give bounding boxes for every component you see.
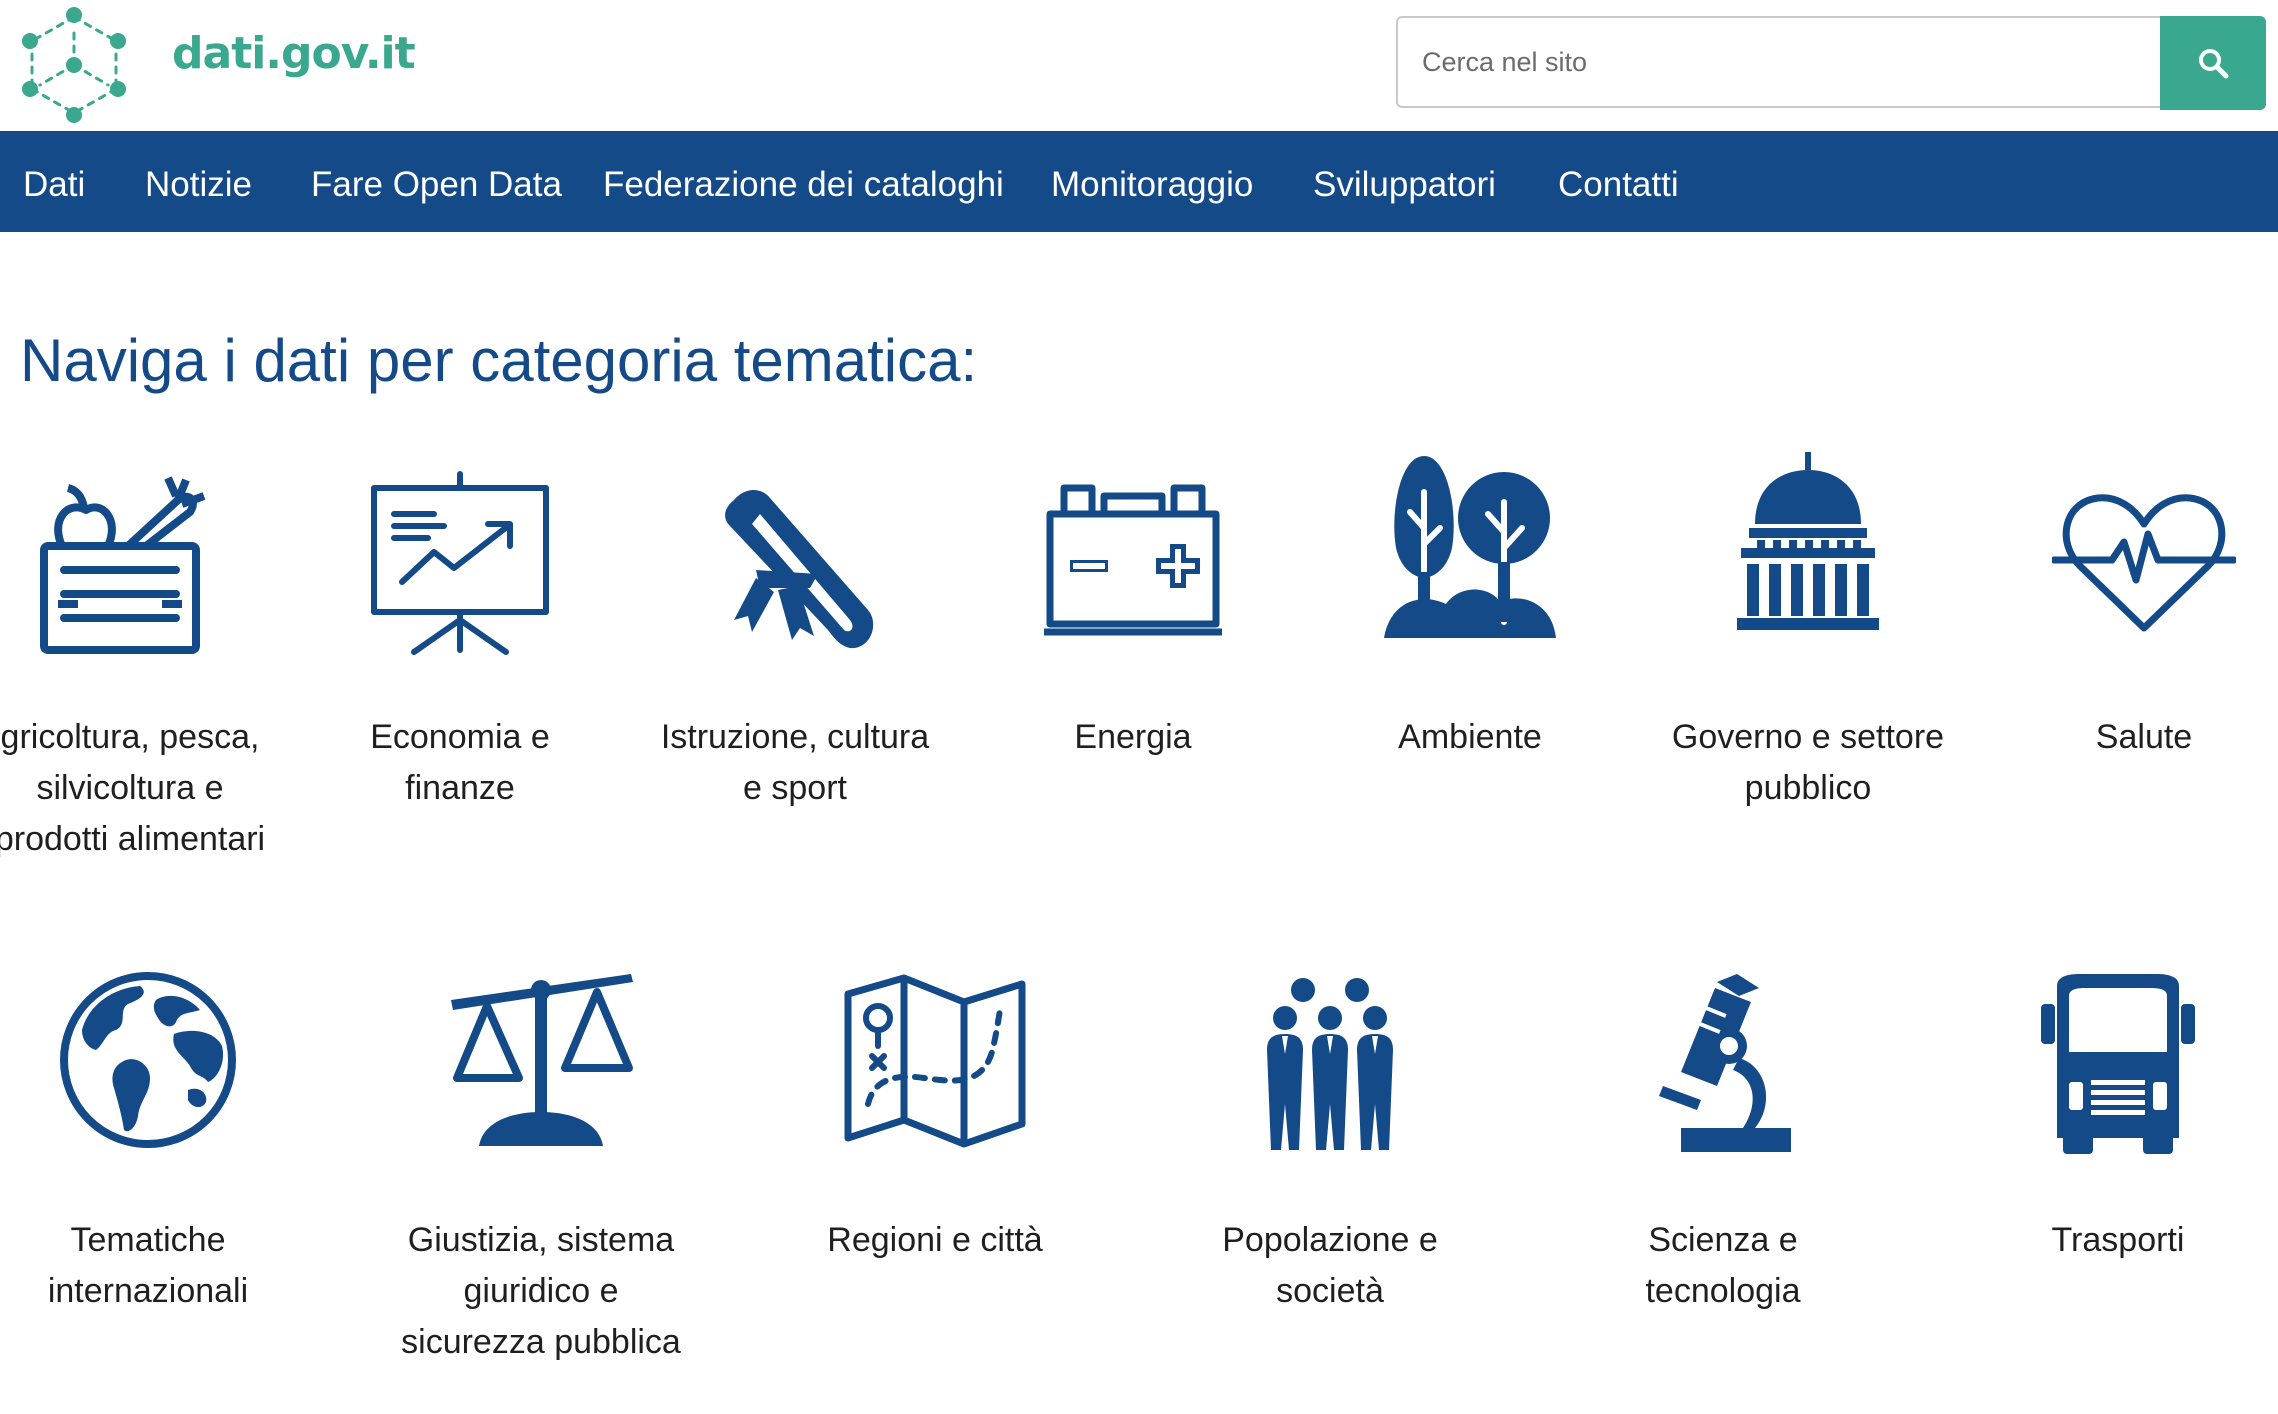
presentation-chart-icon [371,471,549,655]
category-label: Popolazione e società [1222,1221,1438,1310]
nav-item-contatti[interactable]: Contatti [1558,131,1679,232]
category-scienza[interactable]: Scienza e tecnologia [1603,960,1843,1320]
people-group-icon [1267,978,1393,1150]
agriculture-crate-icon [40,476,206,654]
category-salute[interactable]: Salute [2024,440,2264,840]
site-header: dati.gov.it [0,0,2278,131]
search-button[interactable] [2160,16,2266,110]
category-ambiente[interactable]: Ambiente [1350,440,1590,840]
category-economia[interactable]: Economia e finanze [340,440,580,840]
search-input[interactable] [1396,16,2164,108]
main-nav: Dati Notizie Fare Open Data Federazione … [0,131,2278,232]
category-label: Energia [1074,718,1192,756]
logo-icon[interactable] [18,5,130,123]
diploma-scroll-icon [725,490,874,649]
category-istruzione[interactable]: Istruzione, cultura e sport [661,440,929,840]
category-giustizia[interactable]: Giustizia, sistema giuridico e sicurezza… [401,960,681,1361]
nav-item-notizie[interactable]: Notizie [145,131,252,232]
category-governo[interactable]: Governo e settore pubblico [1672,440,1944,840]
category-label: Istruzione, cultura e sport [660,718,930,807]
category-label: Governo e settore pubblico [1671,718,1945,807]
category-label: Economia e finanze [370,718,550,807]
category-label: Scienza e tecnologia [1645,1221,1801,1310]
heartbeat-icon [2052,494,2236,632]
nav-item-dati[interactable]: Dati [23,131,85,232]
microscope-icon [1659,974,1791,1152]
category-label: Ambiente [1398,718,1542,756]
category-label: Tematiche internazionali [47,1221,249,1310]
map-icon [844,974,1026,1148]
nav-item-fare-open-data[interactable]: Fare Open Data [311,131,562,232]
category-energia[interactable]: Energia [1013,440,1253,840]
category-popolazione[interactable]: Popolazione e società [1210,960,1450,1320]
battery-icon [1044,484,1222,636]
category-label: Trasporti [2051,1221,2185,1259]
site-logo-text[interactable]: dati.gov.it [172,28,416,79]
nav-item-federazione[interactable]: Federazione dei cataloghi [603,131,1004,232]
category-label: gricoltura, pesca, silvicoltura e prodot… [0,718,266,858]
category-label: Salute [2095,718,2193,756]
scales-icon [451,974,633,1146]
capitol-building-icon [1737,452,1879,630]
category-label: Giustizia, sistema giuridico e sicurezza… [401,1221,681,1361]
category-regioni[interactable]: Regioni e città [815,960,1055,1320]
trees-icon [1384,456,1556,638]
category-agricoltura[interactable]: gricoltura, pesca, silvicoltura e prodot… [0,440,265,920]
globe-icon [60,972,236,1148]
nav-item-sviluppatori[interactable]: Sviluppatori [1313,131,1496,232]
nav-item-monitoraggio[interactable]: Monitoraggio [1051,131,1253,232]
category-tematiche-internazionali[interactable]: Tematiche internazionali [28,960,268,1320]
search-icon [2199,49,2229,79]
page-title: Naviga i dati per categoria tematica: [20,327,978,394]
category-trasporti[interactable]: Trasporti [1998,960,2238,1320]
category-label: Regioni e città [827,1221,1043,1259]
truck-icon [2041,974,2195,1154]
